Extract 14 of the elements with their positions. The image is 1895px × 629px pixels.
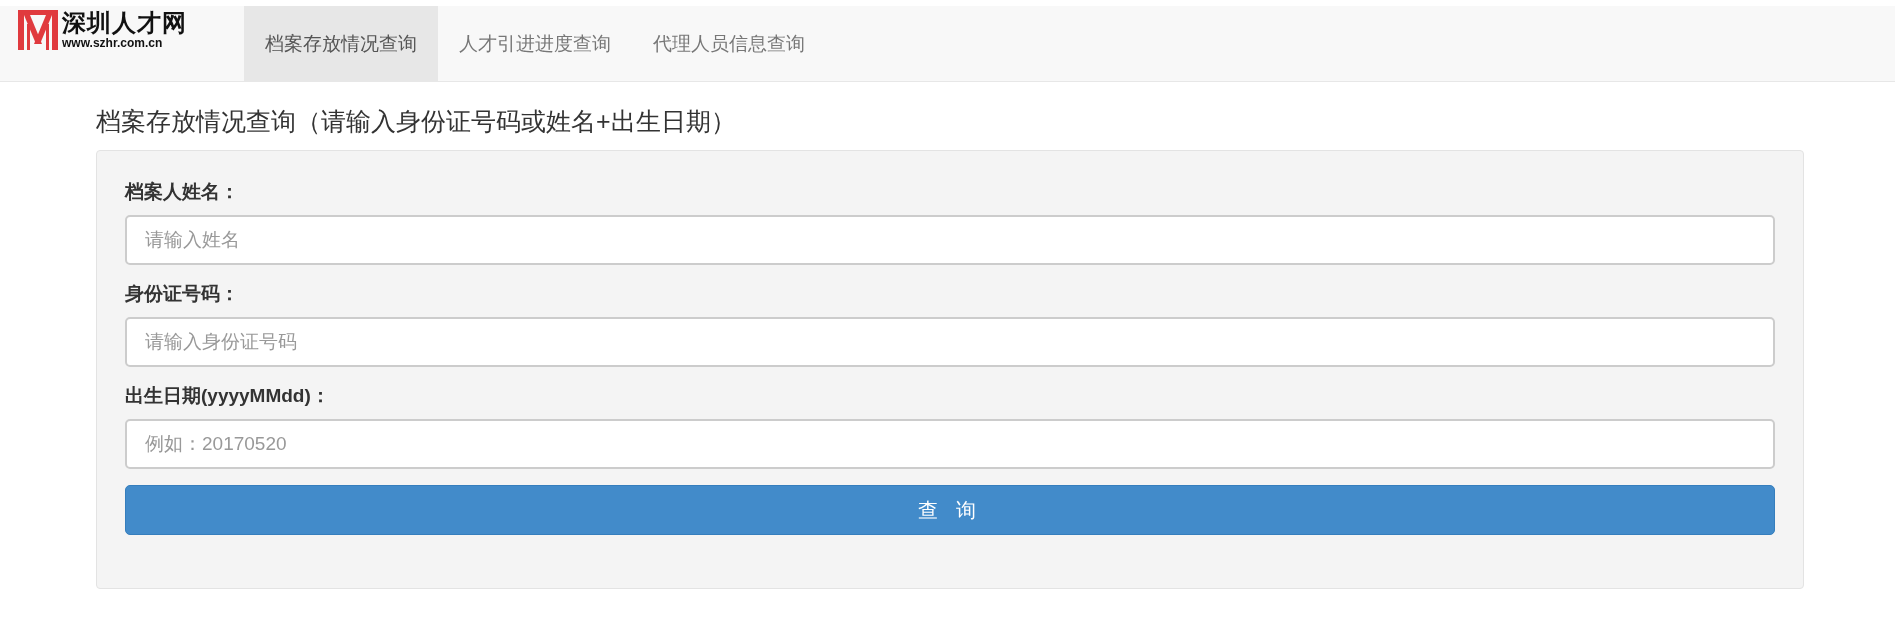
field-label: 身份证号码： — [125, 282, 240, 306]
input-field[interactable]: 请输入身份证号码 — [125, 317, 1775, 367]
field-label: 档案人姓名： — [125, 180, 240, 204]
logo-title: 深圳人才网 — [62, 11, 187, 35]
query-button[interactable]: 查 询 — [125, 485, 1775, 535]
input-field[interactable]: 请输入姓名 — [125, 215, 1775, 265]
nav-tab[interactable]: 代理人员信息查询 — [632, 6, 826, 81]
nav-tab[interactable]: 档案存放情况查询 — [244, 6, 438, 81]
page-heading: 档案存放情况查询（请输入身份证号码或姓名+出生日期） — [96, 106, 737, 137]
logo-icon — [18, 10, 58, 50]
nav-tab[interactable]: 人才引进进度查询 — [438, 6, 632, 81]
logo-url: www.szhr.com.cn — [62, 37, 164, 49]
input-field[interactable]: 例如：20170520 — [125, 419, 1775, 469]
field-label: 出生日期(yyyyMMdd)： — [125, 384, 331, 408]
